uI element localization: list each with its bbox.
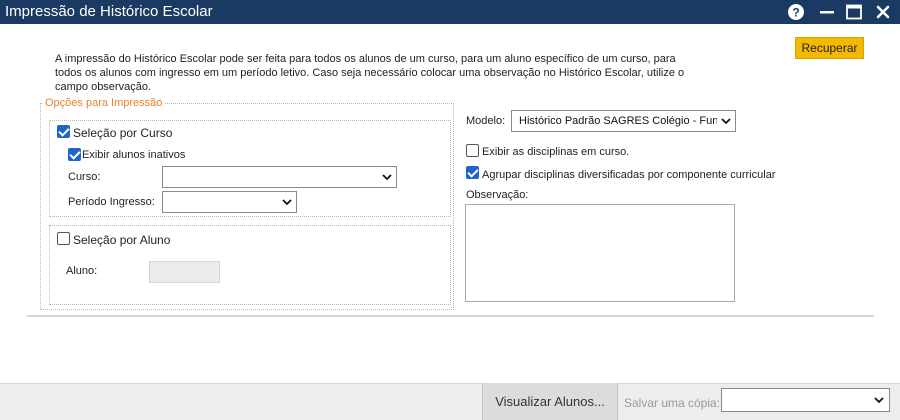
aluno-input[interactable] [149, 261, 220, 283]
exibir-inativos-checkbox[interactable] [68, 148, 81, 161]
observacao-label: Observação: [466, 189, 529, 201]
salvar-copia-label: Salvar uma cópia: [624, 396, 721, 410]
salvar-copia-select[interactable] [721, 388, 890, 412]
window-title: Impressão de Histórico Escolar [5, 3, 213, 20]
maximize-icon[interactable] [845, 3, 863, 21]
chevron-down-icon [874, 397, 884, 404]
agrupar-label: Agrupar disciplinas diversificadas por c… [482, 169, 776, 181]
visualizar-alunos-button[interactable]: Visualizar Alunos... [482, 383, 618, 420]
intro-text: A impressão do Histórico Escolar pode se… [55, 53, 685, 93]
selecao-curso-checkbox[interactable] [57, 125, 70, 138]
close-icon[interactable] [874, 3, 892, 21]
periodo-select[interactable] [162, 191, 297, 213]
svg-text:?: ? [792, 6, 799, 20]
exibir-em-curso-label: Exibir as disciplinas em curso. [482, 146, 630, 158]
exibir-inativos-label: Exibir alunos inativos [82, 149, 186, 161]
aluno-label: Aluno: [66, 265, 98, 277]
modelo-select[interactable]: Histórico Padrão SAGRES Colégio - Fundam… [511, 110, 736, 132]
agrupar-checkbox[interactable] [466, 166, 479, 179]
periodo-label: Período Ingresso: [68, 196, 155, 208]
modelo-label: Modelo: [466, 115, 506, 127]
curso-label: Curso: [68, 171, 101, 183]
title-bar: Impressão de Histórico Escolar ? [0, 0, 900, 24]
selecao-aluno-label: Seleção por Aluno [73, 233, 171, 247]
curso-select[interactable] [162, 166, 397, 188]
minimize-icon[interactable] [818, 3, 836, 21]
options-legend: Opções para Impressão [43, 97, 165, 109]
chevron-down-icon [721, 118, 731, 125]
chevron-down-icon [282, 199, 292, 206]
help-icon[interactable]: ? [787, 3, 805, 21]
recuperar-button[interactable]: Recuperar [795, 37, 864, 59]
selecao-curso-label: Seleção por Curso [73, 126, 173, 140]
separator [27, 315, 874, 317]
observacao-textarea[interactable] [465, 204, 735, 302]
chevron-down-icon [382, 174, 392, 181]
modelo-value: Histórico Padrão SAGRES Colégio - Fundam… [519, 115, 717, 127]
exibir-em-curso-checkbox[interactable] [466, 144, 479, 157]
selecao-aluno-checkbox[interactable] [57, 232, 70, 245]
